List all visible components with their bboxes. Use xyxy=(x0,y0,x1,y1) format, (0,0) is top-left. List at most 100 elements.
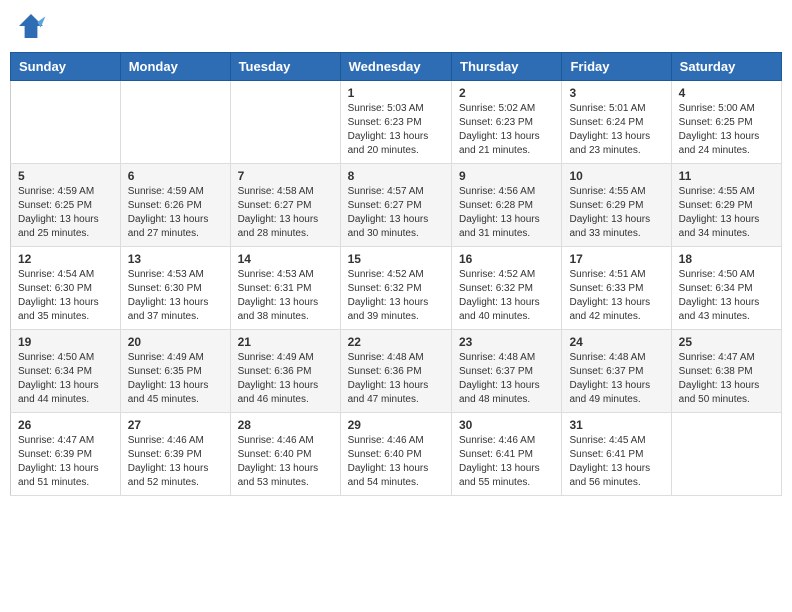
day-number: 30 xyxy=(459,418,554,432)
day-number: 26 xyxy=(18,418,113,432)
day-info: Sunrise: 5:00 AMSunset: 6:25 PMDaylight:… xyxy=(679,102,774,158)
day-number: 27 xyxy=(128,418,223,432)
day-info: Sunrise: 4:47 AMSunset: 6:38 PMDaylight:… xyxy=(679,351,774,407)
calendar-cell xyxy=(120,81,230,164)
day-info: Sunrise: 4:46 AMSunset: 6:40 PMDaylight:… xyxy=(238,434,333,490)
calendar-week-row: 1 Sunrise: 5:03 AMSunset: 6:23 PMDaylight… xyxy=(11,81,782,164)
day-number: 24 xyxy=(569,335,663,349)
calendar-cell: 1 Sunrise: 5:03 AMSunset: 6:23 PMDaylight… xyxy=(340,81,451,164)
weekday-header: Saturday xyxy=(671,53,781,81)
day-info: Sunrise: 4:47 AMSunset: 6:39 PMDaylight:… xyxy=(18,434,113,490)
day-number: 10 xyxy=(569,169,663,183)
calendar-cell: 7 Sunrise: 4:58 AMSunset: 6:27 PMDaylight… xyxy=(230,164,340,247)
day-number: 28 xyxy=(238,418,333,432)
day-number: 20 xyxy=(128,335,223,349)
day-info: Sunrise: 4:50 AMSunset: 6:34 PMDaylight:… xyxy=(679,268,774,324)
day-info: Sunrise: 4:58 AMSunset: 6:27 PMDaylight:… xyxy=(238,185,333,241)
calendar-week-row: 19 Sunrise: 4:50 AMSunset: 6:34 PMDayligh… xyxy=(11,330,782,413)
day-number: 8 xyxy=(348,169,444,183)
day-info: Sunrise: 4:48 AMSunset: 6:37 PMDaylight:… xyxy=(459,351,554,407)
day-info: Sunrise: 4:46 AMSunset: 6:39 PMDaylight:… xyxy=(128,434,223,490)
day-number: 18 xyxy=(679,252,774,266)
calendar-cell: 22Sunrise: 4:48 AMSunset: 6:36 PMDayligh… xyxy=(340,330,451,413)
day-info: Sunrise: 4:48 AMSunset: 6:37 PMDaylight:… xyxy=(569,351,663,407)
calendar-cell: 13 Sunrise: 4:53 AMSunset: 6:30 PMDayligh… xyxy=(120,247,230,330)
day-number: 3 xyxy=(569,86,663,100)
calendar-cell: 25 Sunrise: 4:47 AMSunset: 6:38 PMDayligh… xyxy=(671,330,781,413)
day-number: 16 xyxy=(459,252,554,266)
day-info: Sunrise: 4:45 AMSunset: 6:41 PMDaylight:… xyxy=(569,434,663,490)
day-info: Sunrise: 4:54 AMSunset: 6:30 PMDaylight:… xyxy=(18,268,113,324)
day-number: 6 xyxy=(128,169,223,183)
day-info: Sunrise: 4:59 AMSunset: 6:26 PMDaylight:… xyxy=(128,185,223,241)
day-info: Sunrise: 4:55 AMSunset: 6:29 PMDaylight:… xyxy=(679,185,774,241)
calendar-cell: 18 Sunrise: 4:50 AMSunset: 6:34 PMDayligh… xyxy=(671,247,781,330)
logo-icon xyxy=(15,10,47,42)
calendar-cell xyxy=(11,81,121,164)
calendar-cell: 19 Sunrise: 4:50 AMSunset: 6:34 PMDayligh… xyxy=(11,330,121,413)
day-number: 2 xyxy=(459,86,554,100)
calendar-cell: 28 Sunrise: 4:46 AMSunset: 6:40 PMDayligh… xyxy=(230,413,340,496)
day-info: Sunrise: 5:01 AMSunset: 6:24 PMDaylight:… xyxy=(569,102,663,158)
calendar-cell: 4Sunrise: 5:00 AMSunset: 6:25 PMDaylight… xyxy=(671,81,781,164)
weekday-header: Monday xyxy=(120,53,230,81)
day-info: Sunrise: 4:56 AMSunset: 6:28 PMDaylight:… xyxy=(459,185,554,241)
day-number: 25 xyxy=(679,335,774,349)
calendar-week-row: 26 Sunrise: 4:47 AMSunset: 6:39 PMDayligh… xyxy=(11,413,782,496)
day-info: Sunrise: 4:49 AMSunset: 6:36 PMDaylight:… xyxy=(238,351,333,407)
day-number: 29 xyxy=(348,418,444,432)
day-number: 19 xyxy=(18,335,113,349)
weekday-header: Thursday xyxy=(452,53,562,81)
day-number: 14 xyxy=(238,252,333,266)
day-number: 1 xyxy=(348,86,444,100)
calendar-cell: 30Sunrise: 4:46 AMSunset: 6:41 PMDayligh… xyxy=(452,413,562,496)
calendar-week-row: 5 Sunrise: 4:59 AMSunset: 6:25 PMDaylight… xyxy=(11,164,782,247)
logo xyxy=(15,10,51,42)
calendar-cell xyxy=(671,413,781,496)
day-number: 5 xyxy=(18,169,113,183)
day-info: Sunrise: 4:53 AMSunset: 6:30 PMDaylight:… xyxy=(128,268,223,324)
calendar-cell: 27 Sunrise: 4:46 AMSunset: 6:39 PMDayligh… xyxy=(120,413,230,496)
day-info: Sunrise: 4:52 AMSunset: 6:32 PMDaylight:… xyxy=(459,268,554,324)
calendar-cell: 16 Sunrise: 4:52 AMSunset: 6:32 PMDayligh… xyxy=(452,247,562,330)
calendar-cell: 6 Sunrise: 4:59 AMSunset: 6:26 PMDaylight… xyxy=(120,164,230,247)
calendar-cell: 10Sunrise: 4:55 AMSunset: 6:29 PMDayligh… xyxy=(562,164,671,247)
day-number: 9 xyxy=(459,169,554,183)
calendar-cell: 29 Sunrise: 4:46 AMSunset: 6:40 PMDayligh… xyxy=(340,413,451,496)
day-info: Sunrise: 4:49 AMSunset: 6:35 PMDaylight:… xyxy=(128,351,223,407)
calendar-cell: 15Sunrise: 4:52 AMSunset: 6:32 PMDayligh… xyxy=(340,247,451,330)
calendar-cell: 8 Sunrise: 4:57 AMSunset: 6:27 PMDaylight… xyxy=(340,164,451,247)
calendar-cell: 24 Sunrise: 4:48 AMSunset: 6:37 PMDayligh… xyxy=(562,330,671,413)
weekday-header: Wednesday xyxy=(340,53,451,81)
calendar-cell: 23 Sunrise: 4:48 AMSunset: 6:37 PMDayligh… xyxy=(452,330,562,413)
day-info: Sunrise: 4:50 AMSunset: 6:34 PMDaylight:… xyxy=(18,351,113,407)
weekday-header: Sunday xyxy=(11,53,121,81)
calendar-cell: 14 Sunrise: 4:53 AMSunset: 6:31 PMDayligh… xyxy=(230,247,340,330)
calendar-cell: 31Sunrise: 4:45 AMSunset: 6:41 PMDayligh… xyxy=(562,413,671,496)
calendar-cell: 17Sunrise: 4:51 AMSunset: 6:33 PMDayligh… xyxy=(562,247,671,330)
calendar-cell: 5 Sunrise: 4:59 AMSunset: 6:25 PMDaylight… xyxy=(11,164,121,247)
weekday-header: Tuesday xyxy=(230,53,340,81)
day-info: Sunrise: 5:03 AMSunset: 6:23 PMDaylight:… xyxy=(348,102,444,158)
day-info: Sunrise: 5:02 AMSunset: 6:23 PMDaylight:… xyxy=(459,102,554,158)
day-info: Sunrise: 4:46 AMSunset: 6:40 PMDaylight:… xyxy=(348,434,444,490)
day-info: Sunrise: 4:53 AMSunset: 6:31 PMDaylight:… xyxy=(238,268,333,324)
calendar-cell xyxy=(230,81,340,164)
calendar-cell: 21 Sunrise: 4:49 AMSunset: 6:36 PMDayligh… xyxy=(230,330,340,413)
day-number: 21 xyxy=(238,335,333,349)
day-number: 13 xyxy=(128,252,223,266)
calendar-table: SundayMondayTuesdayWednesdayThursdayFrid… xyxy=(10,52,782,496)
day-info: Sunrise: 4:51 AMSunset: 6:33 PMDaylight:… xyxy=(569,268,663,324)
calendar-cell: 26 Sunrise: 4:47 AMSunset: 6:39 PMDayligh… xyxy=(11,413,121,496)
day-info: Sunrise: 4:59 AMSunset: 6:25 PMDaylight:… xyxy=(18,185,113,241)
day-number: 7 xyxy=(238,169,333,183)
calendar-cell: 2 Sunrise: 5:02 AMSunset: 6:23 PMDaylight… xyxy=(452,81,562,164)
calendar-cell: 11 Sunrise: 4:55 AMSunset: 6:29 PMDayligh… xyxy=(671,164,781,247)
day-number: 23 xyxy=(459,335,554,349)
day-info: Sunrise: 4:57 AMSunset: 6:27 PMDaylight:… xyxy=(348,185,444,241)
calendar-cell: 20 Sunrise: 4:49 AMSunset: 6:35 PMDayligh… xyxy=(120,330,230,413)
day-info: Sunrise: 4:52 AMSunset: 6:32 PMDaylight:… xyxy=(348,268,444,324)
calendar-week-row: 12Sunrise: 4:54 AMSunset: 6:30 PMDayligh… xyxy=(11,247,782,330)
calendar-cell: 9 Sunrise: 4:56 AMSunset: 6:28 PMDaylight… xyxy=(452,164,562,247)
day-number: 11 xyxy=(679,169,774,183)
